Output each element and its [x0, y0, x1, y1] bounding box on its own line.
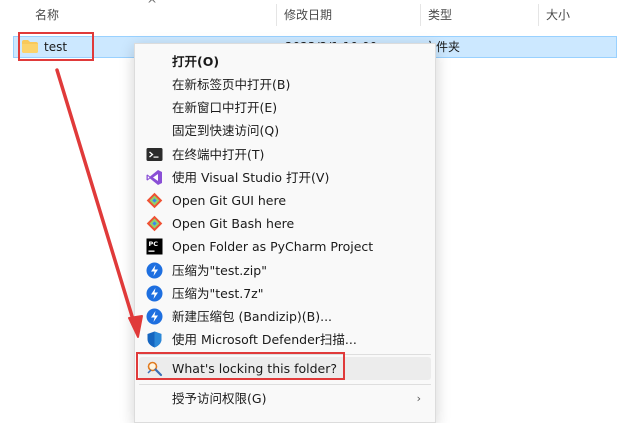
- annotation-arrow: [55, 68, 143, 338]
